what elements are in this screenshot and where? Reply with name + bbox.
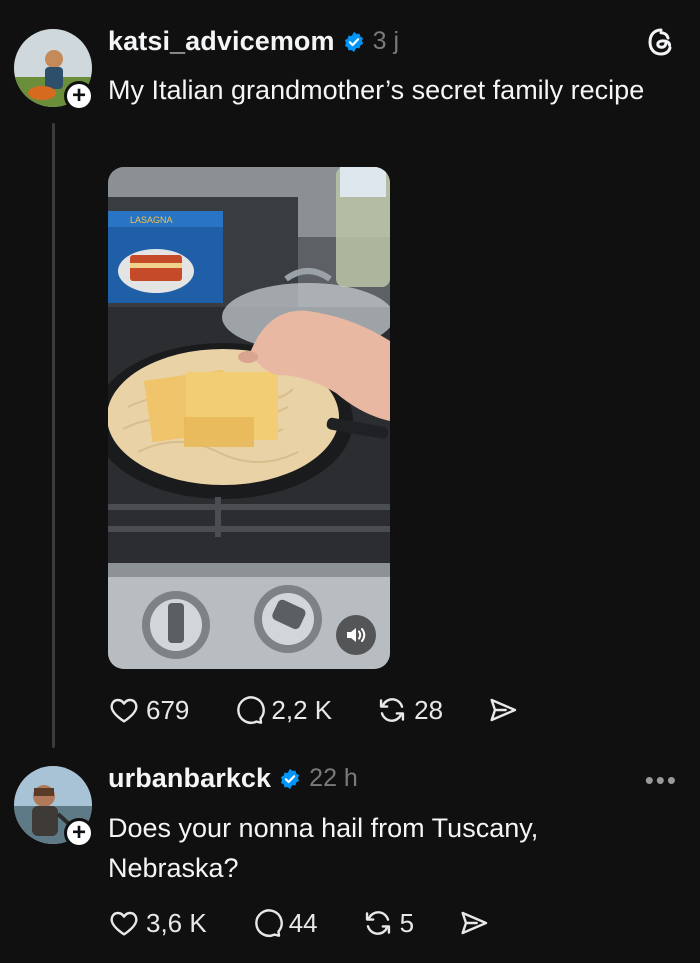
- send-icon: [461, 911, 488, 935]
- reply-timestamp: 22 h: [309, 764, 358, 792]
- like-count: 3,6 K: [146, 907, 207, 938]
- reply-username[interactable]: urbanbarkck: [108, 763, 271, 794]
- post-timestamp: 3 j: [372, 27, 400, 55]
- share-button[interactable]: [487, 694, 519, 726]
- post-video[interactable]: LASAGNA: [108, 167, 390, 669]
- sound-toggle-button[interactable]: [336, 615, 376, 655]
- pasta-box-label: LASAGNA: [130, 215, 173, 225]
- reply-button[interactable]: 2,2 K: [233, 694, 332, 726]
- share-button[interactable]: [458, 907, 490, 939]
- speaker-icon: [347, 628, 366, 642]
- follow-plus-button[interactable]: +: [64, 818, 94, 848]
- heart-icon: [110, 698, 138, 723]
- thread-line: [52, 123, 55, 748]
- repost-count: 5: [399, 907, 415, 938]
- like-count: 679: [146, 694, 190, 725]
- video-frame: LASAGNA: [108, 167, 390, 669]
- post-username[interactable]: katsi_advicemom: [108, 26, 335, 57]
- send-icon: [490, 698, 517, 722]
- repost-icon: [365, 911, 390, 935]
- verified-badge-icon: [281, 768, 300, 789]
- comment-icon: [237, 696, 266, 724]
- post-text: My Italian grandmother’s secret family r…: [108, 75, 645, 105]
- threads-logo-icon[interactable]: [645, 26, 677, 58]
- heart-icon: [110, 911, 138, 936]
- repost-button[interactable]: 5: [362, 907, 414, 939]
- reply-count: 2,2 K: [271, 694, 333, 725]
- comment-icon: [254, 909, 283, 937]
- repost-icon: [379, 698, 405, 722]
- like-button[interactable]: 679: [108, 694, 189, 726]
- like-button[interactable]: 3,6 K: [108, 907, 207, 939]
- repost-button[interactable]: 28: [376, 694, 443, 726]
- reply-button[interactable]: 44: [251, 907, 318, 939]
- more-options-button[interactable]: •••: [645, 765, 678, 796]
- reply-actions: 3,6 K 44 5: [108, 907, 490, 939]
- verified-badge-icon: [344, 31, 363, 52]
- post-actions: 679 2,2 K 28: [108, 694, 519, 726]
- reply-text: Does your nonna hail from Tuscany, Nebra…: [108, 813, 539, 883]
- repost-count: 28: [414, 694, 444, 725]
- reply-count: 44: [288, 907, 318, 938]
- follow-plus-button[interactable]: +: [64, 81, 94, 111]
